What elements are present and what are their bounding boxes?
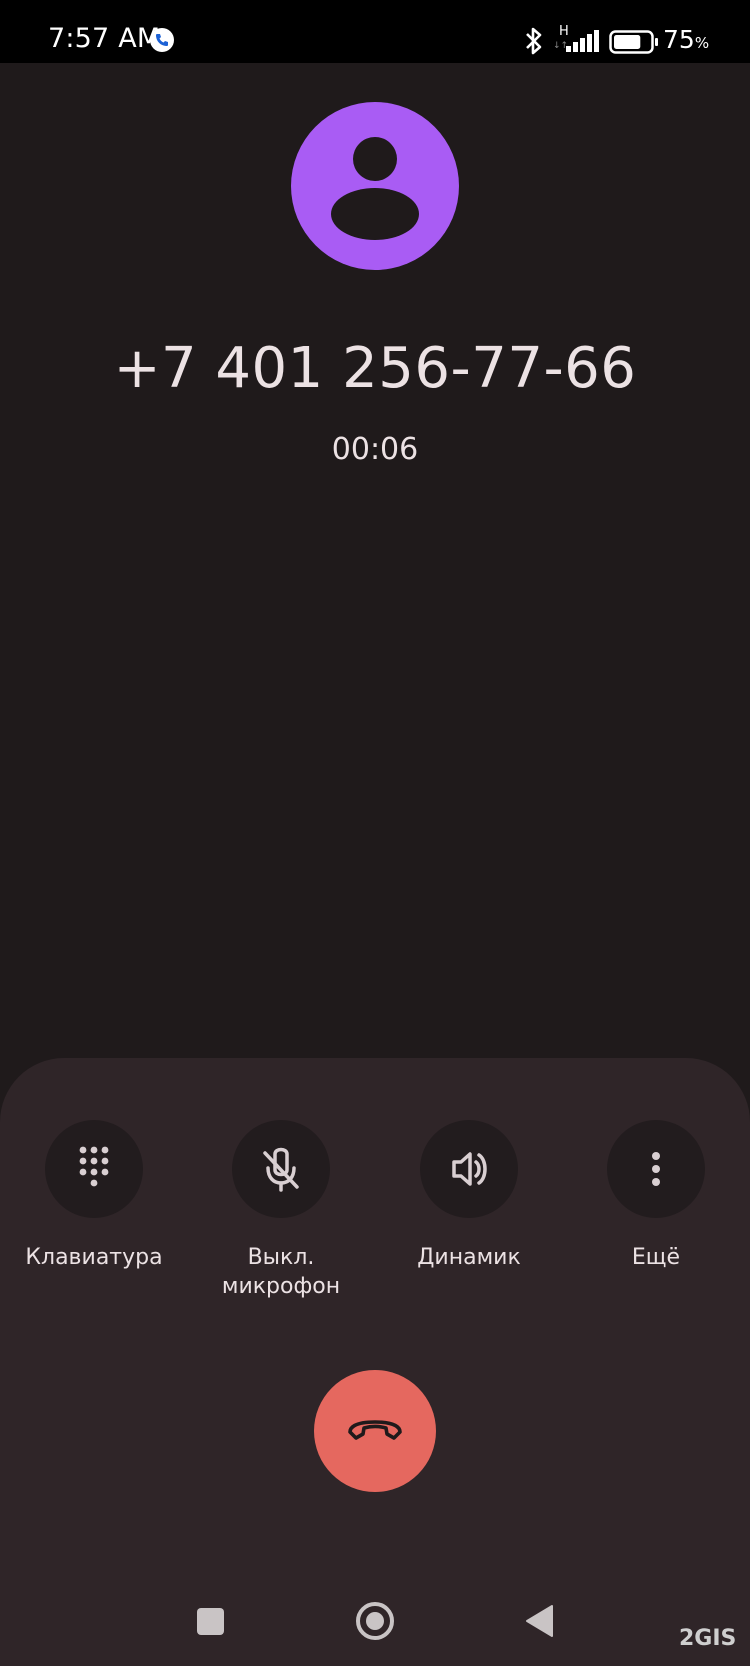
contact-avatar bbox=[291, 102, 459, 270]
battery-percent: 75% bbox=[663, 25, 710, 54]
speaker-label: Динамик bbox=[417, 1245, 521, 1270]
recents-square-icon[interactable] bbox=[197, 1608, 224, 1635]
dialpad-button[interactable] bbox=[45, 1120, 143, 1218]
caller-number: +7 401 256-77-66 bbox=[113, 336, 637, 401]
battery-icon bbox=[609, 30, 658, 54]
status-bar: 7:57 AM H ↓↑ 75% bbox=[0, 0, 750, 63]
more-label: Ещё bbox=[631, 1245, 681, 1270]
mute-button[interactable] bbox=[232, 1120, 330, 1218]
end-call-button[interactable] bbox=[314, 1370, 436, 1492]
mute-label: Выкл. микрофон bbox=[221, 1245, 341, 1299]
mic-off-icon bbox=[263, 1147, 299, 1192]
speaker-button[interactable] bbox=[420, 1120, 518, 1218]
speaker-icon bbox=[452, 1152, 487, 1186]
bluetooth-icon bbox=[526, 27, 542, 55]
more-vert-icon bbox=[652, 1152, 660, 1186]
home-circle-icon[interactable] bbox=[356, 1602, 394, 1640]
dialpad-label: Клавиатура bbox=[25, 1245, 163, 1270]
watermark: 2GIS bbox=[679, 1626, 737, 1651]
more-button[interactable] bbox=[607, 1120, 705, 1218]
signal-icon bbox=[566, 30, 599, 52]
call-notification-icon bbox=[150, 28, 174, 52]
call-end-icon bbox=[348, 1420, 402, 1440]
back-triangle-icon[interactable] bbox=[524, 1604, 554, 1638]
person-icon bbox=[331, 137, 419, 240]
dialpad-icon bbox=[79, 1146, 109, 1187]
call-timer: 00:06 bbox=[331, 432, 419, 467]
status-time: 7:57 AM bbox=[48, 23, 161, 54]
